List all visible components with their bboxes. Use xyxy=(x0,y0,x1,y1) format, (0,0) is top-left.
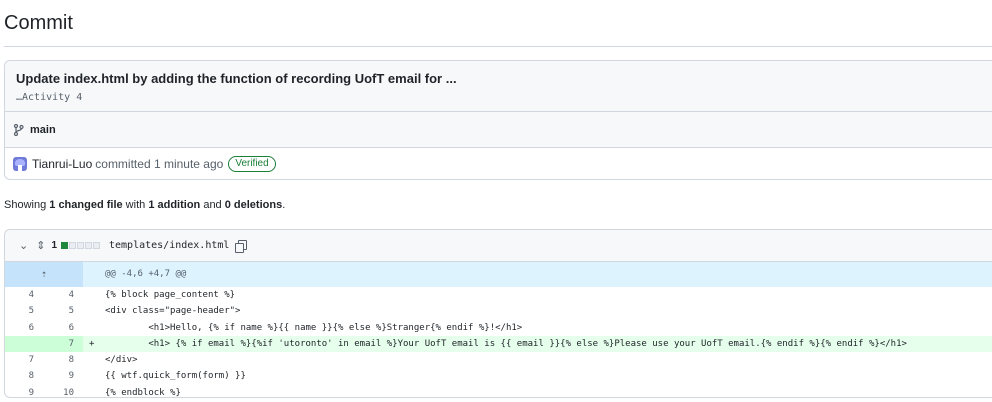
branch-link[interactable]: main xyxy=(30,124,56,136)
code-line: {{ wtf.quick_form(form) }} xyxy=(105,371,246,382)
diff-line: 5 5 <div class="page-header"> xyxy=(5,303,992,319)
code-line: {% block page_content %} xyxy=(105,290,236,300)
new-line-number[interactable]: 9 xyxy=(43,368,83,384)
additions-count: 1 addition xyxy=(148,199,201,211)
expand-up-icon: ⇡ xyxy=(40,269,48,280)
code-line: <div class="page-header"> xyxy=(105,306,241,317)
diffstat-neutral xyxy=(93,242,100,249)
old-line-number[interactable] xyxy=(5,335,43,353)
commit-description-toggle[interactable]: …Activity 4 xyxy=(16,92,992,103)
diff-line: 4 4 {% block page_content %} xyxy=(5,287,992,303)
diff-sign xyxy=(83,352,99,368)
verified-badge[interactable]: Verified xyxy=(228,155,276,172)
diffstat-neutral xyxy=(77,242,84,249)
diff-lines: 4 4 {% block page_content %} 5 5 <div class="… xyxy=(5,287,992,398)
new-line-number[interactable]: 8 xyxy=(43,352,83,368)
chevron-down-icon[interactable]: ⌄ xyxy=(19,239,28,252)
old-line-number[interactable]: 8 xyxy=(5,368,43,384)
summary-suffix: . xyxy=(282,199,286,211)
code-line: </div> xyxy=(105,355,138,366)
author-link[interactable]: Tianrui-Luo xyxy=(32,157,92,171)
code-line: {% endblock %} xyxy=(105,387,181,398)
old-line-number[interactable]: 5 xyxy=(5,303,43,319)
changed-files-link[interactable]: 1 changed file xyxy=(49,199,122,211)
diff-line: 7 8 </div> xyxy=(5,352,992,368)
expand-up-button[interactable]: ⇡ xyxy=(5,262,83,287)
avatar[interactable] xyxy=(13,156,27,171)
code-line: <h1>Hello, {% if name %}{{ name }}{% els… xyxy=(105,322,523,333)
git-branch-icon xyxy=(13,123,24,136)
summary-middle: with xyxy=(122,199,149,211)
diff-sign: + xyxy=(89,338,95,349)
old-line-number[interactable]: 9 xyxy=(5,385,43,397)
diff-line: 9 10 {% endblock %} xyxy=(5,385,992,398)
copy-icon[interactable] xyxy=(235,240,248,253)
diffstat-neutral xyxy=(85,242,92,249)
summary-and: and xyxy=(200,199,225,211)
file-header: ⌄ ⇕ 1 templates/index.html xyxy=(5,230,992,262)
commit-card: Update index.html by adding the function… xyxy=(4,60,992,180)
expand-all-icon[interactable]: ⇕ xyxy=(36,239,45,252)
code-line: <h1> {% if email %}{%if 'utoronto' in em… xyxy=(105,338,907,349)
hunk-header: @@ -4,6 +4,7 @@ xyxy=(105,269,187,279)
new-line-number[interactable]: 4 xyxy=(43,287,83,303)
change-count: 1 xyxy=(51,240,57,251)
diffstat-added xyxy=(61,242,68,249)
file-diff: ⌄ ⇕ 1 templates/index.html ⇡ @@ -4,6 +4,… xyxy=(4,229,992,398)
commit-message: Update index.html by adding the function… xyxy=(16,71,457,86)
diff-line-added: 7 + <h1> {% if email %}{%if 'utoronto' in… xyxy=(5,335,992,353)
commit-time: committed 1 minute ago xyxy=(95,156,224,171)
diff-line: 8 9 {{ wtf.quick_form(form) }} xyxy=(5,368,992,384)
summary-prefix: Showing xyxy=(4,199,50,211)
diff-sign xyxy=(83,385,99,397)
old-line-number[interactable]: 4 xyxy=(5,287,43,303)
new-line-number[interactable]: 6 xyxy=(43,320,83,336)
new-line-number[interactable]: 5 xyxy=(43,303,83,319)
diff-sign xyxy=(83,303,99,319)
hunk-row: ⇡ @@ -4,6 +4,7 @@ xyxy=(5,262,992,287)
diff-line: 66 <h1>Hello, {% if name %}{{ name }}{% … xyxy=(5,320,992,336)
file-path-link[interactable]: templates/index.html xyxy=(109,240,229,251)
diffstat-neutral xyxy=(69,242,76,249)
diff-sign xyxy=(83,320,99,336)
commit-header: Update index.html by adding the function… xyxy=(5,61,992,112)
old-line-number[interactable]: 7 xyxy=(5,352,43,368)
deletions-count: 0 deletions xyxy=(224,199,283,211)
diffstat-blocks xyxy=(61,242,101,249)
new-line-number[interactable]: 10 xyxy=(43,385,83,397)
diff-summary: Showing 1 changed file with 1 addition a… xyxy=(4,199,285,211)
new-line-number[interactable]: 7 xyxy=(43,335,83,353)
branch-row: main xyxy=(5,112,992,148)
author-row: Tianrui-Luo committed 1 minute ago Verif… xyxy=(5,148,992,179)
diff-sign xyxy=(83,287,99,303)
diff-sign xyxy=(83,368,99,384)
diff-table: ⇡ @@ -4,6 +4,7 @@ 4 4 {% block page_conten… xyxy=(5,262,992,398)
title-divider xyxy=(4,46,992,47)
page-title: Commit xyxy=(4,12,73,34)
old-line-number[interactable]: 6 xyxy=(5,320,43,336)
